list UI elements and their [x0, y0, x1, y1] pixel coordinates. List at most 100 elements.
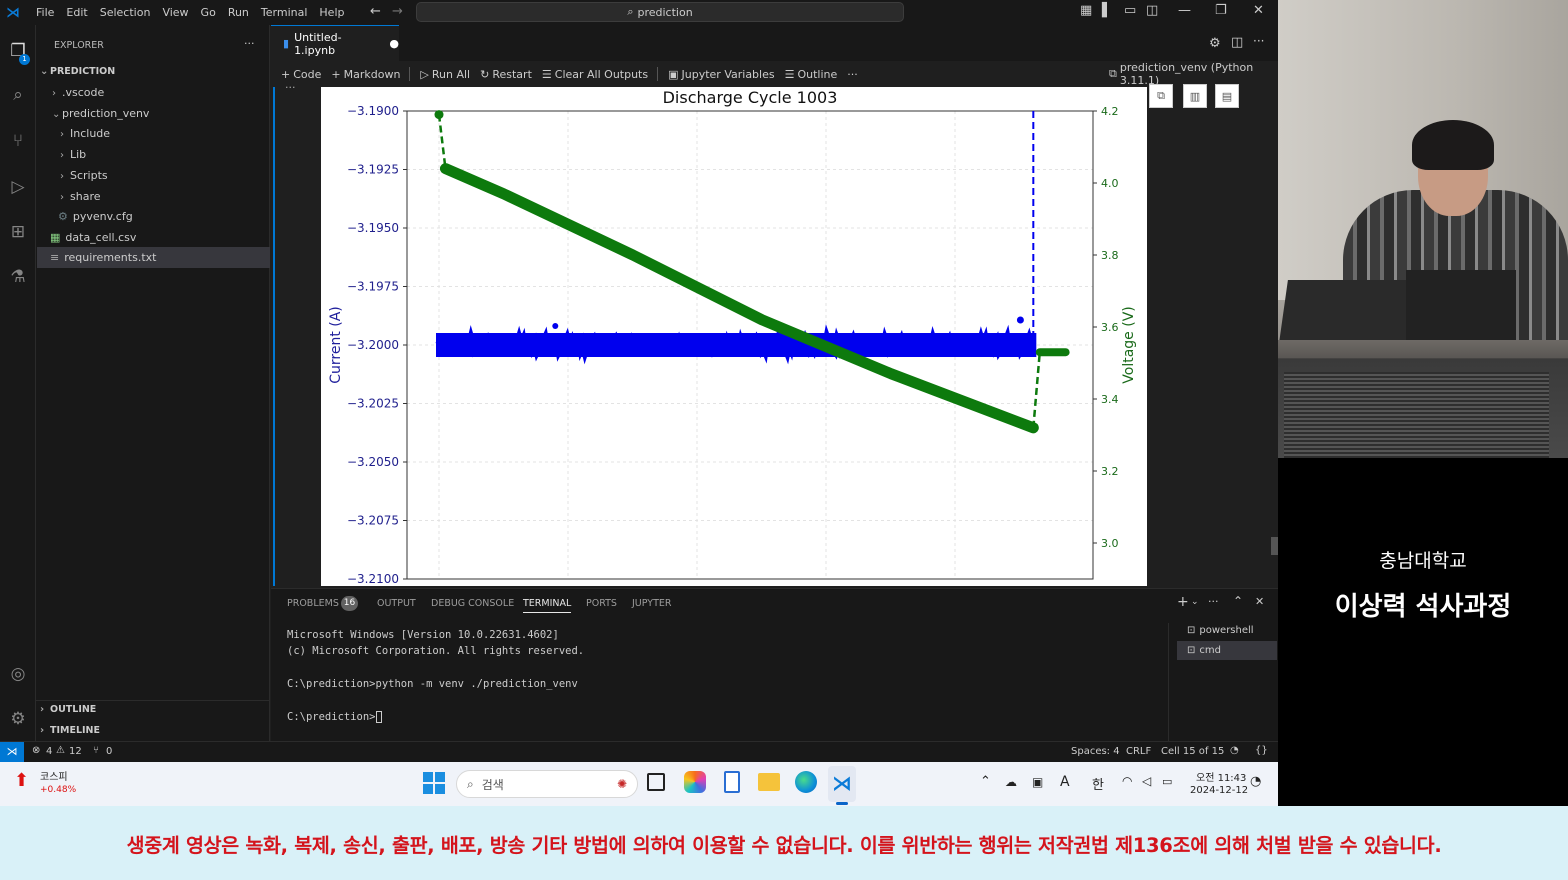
remote-indicator[interactable]: ⋊ [0, 742, 24, 762]
vscode-taskbar-icon[interactable]: ⋊ [828, 766, 856, 802]
back-arrow-icon[interactable]: ← [370, 4, 381, 19]
clear-outputs-button[interactable]: ☰ Clear All Outputs [542, 68, 648, 81]
folder-vscode[interactable]: › .vscode [52, 86, 104, 99]
file-pyvenv-cfg[interactable]: ⚙ pyvenv.cfg [58, 210, 133, 223]
command-center-search[interactable]: ⌕ prediction [416, 2, 904, 22]
warning-count[interactable]: 12 [69, 746, 82, 757]
menu-file[interactable]: File [30, 6, 60, 19]
menu-terminal[interactable]: Terminal [255, 6, 314, 19]
taskbar-search-box[interactable]: ⌕ 검색 ✺ [456, 770, 638, 798]
chevron-down-icon[interactable]: ⌄ [1191, 597, 1199, 607]
ports-count[interactable]: 0 [106, 746, 112, 757]
copilot-icon[interactable] [684, 771, 706, 793]
tab-terminal[interactable]: TERMINAL [523, 598, 572, 613]
tray-app-icon[interactable]: ☁ [1005, 775, 1017, 789]
toggle-secondary-sidebar-icon[interactable]: ◫ [1146, 3, 1158, 18]
tab-debug-console[interactable]: DEBUG CONSOLE [431, 598, 514, 609]
menu-help[interactable]: Help [313, 6, 350, 19]
jupyter-variables-button[interactable]: ▣ Jupyter Variables [668, 68, 774, 81]
extensions-icon[interactable]: ⊞ [6, 220, 30, 244]
tab-jupyter[interactable]: JUPYTER [632, 598, 671, 609]
add-code-button[interactable]: + Code [281, 68, 321, 81]
settings-gear-icon[interactable]: ⚙ [6, 707, 30, 731]
cell-more-icon[interactable]: ··· [285, 81, 296, 94]
tab-problems[interactable]: PROBLEMS [287, 598, 339, 609]
error-count[interactable]: 4 [46, 746, 52, 757]
split-editor-icon[interactable]: ◫ [1231, 35, 1243, 50]
more-actions-icon[interactable]: ··· [244, 37, 255, 50]
copy-output-icon[interactable]: ⧉ [1149, 84, 1173, 108]
maximize-panel-icon[interactable]: ⌃ [1233, 594, 1243, 608]
menu-run[interactable]: Run [222, 6, 255, 19]
outline-button[interactable]: ☰ Outline [785, 68, 838, 81]
file-requirements-txt[interactable]: ≡ requirements.txt [50, 251, 156, 264]
more-actions-icon[interactable]: ··· [1253, 34, 1264, 48]
testing-icon[interactable]: ⚗ [6, 265, 30, 289]
layout-customize-icon[interactable]: ▦ [1080, 3, 1092, 18]
new-terminal-icon[interactable]: + [1177, 594, 1189, 610]
menu-edit[interactable]: Edit [60, 6, 93, 19]
battery-icon[interactable]: ▭ [1162, 775, 1172, 788]
input-mode-indicator[interactable]: A [1060, 774, 1070, 790]
more-actions-icon[interactable]: ··· [1208, 595, 1219, 608]
stock-widget-icon[interactable]: ⬆ [14, 770, 29, 791]
folder-prediction-venv[interactable]: ⌄ prediction_venv [52, 107, 149, 120]
restart-button[interactable]: ↻ Restart [480, 68, 532, 81]
outline-section[interactable]: › OUTLINE [40, 704, 96, 715]
menu-view[interactable]: View [156, 6, 194, 19]
volume-icon[interactable]: ◁ [1142, 774, 1151, 788]
task-view-icon[interactable] [647, 773, 665, 791]
clock-time[interactable]: 오전 11:43 [1196, 769, 1246, 784]
more-actions-icon[interactable]: ··· [847, 68, 858, 81]
minimize-icon[interactable]: — [1178, 3, 1191, 18]
toggle-panel-icon[interactable]: ▭ [1124, 3, 1136, 18]
restore-icon[interactable]: ❐ [1215, 3, 1227, 18]
file-data-cell-csv[interactable]: ▦ data_cell.csv [50, 231, 136, 244]
tab-output[interactable]: OUTPUT [377, 598, 416, 609]
save-output-icon[interactable]: ▤ [1215, 84, 1239, 108]
add-markdown-button[interactable]: + Markdown [331, 68, 400, 81]
clock-date[interactable]: 2024-12-12 [1190, 785, 1248, 796]
menu-selection[interactable]: Selection [94, 6, 157, 19]
file-explorer-icon[interactable] [758, 773, 780, 791]
bell-icon[interactable]: ◔ [1230, 745, 1239, 756]
source-control-icon[interactable]: ⑂ [6, 129, 30, 153]
toggle-sidebar-icon[interactable]: ▌ [1102, 3, 1112, 18]
settings-gear-icon[interactable]: ⚙ [1209, 36, 1221, 51]
warning-icon[interactable]: ⚠ [56, 745, 65, 756]
errors-icon[interactable]: ⊗ [32, 745, 40, 756]
cell-position-status[interactable]: Cell 15 of 15 [1161, 746, 1224, 757]
stock-name[interactable]: 코스피 [40, 768, 68, 783]
folder-scripts[interactable]: › Scripts [60, 169, 108, 182]
ports-icon[interactable]: ⑂ [93, 745, 99, 756]
ime-indicator[interactable]: 한 [1092, 774, 1104, 793]
terminal-instance-cmd[interactable]: ⊡ cmd [1177, 641, 1277, 660]
edge-browser-icon[interactable] [795, 771, 817, 793]
tray-chevron-icon[interactable]: ⌃ [980, 774, 991, 789]
unsaved-dot-icon[interactable]: ● [389, 37, 399, 50]
notification-bell-icon[interactable]: ◔ [1250, 774, 1261, 789]
search-icon[interactable]: ⌕ [6, 83, 30, 107]
folder-prediction[interactable]: ⌄ PREDICTION [40, 66, 115, 77]
vertical-scrollbar[interactable] [1271, 537, 1278, 555]
run-all-button[interactable]: ▷ Run All [420, 68, 470, 81]
tab-untitled-notebook[interactable]: ▮ Untitled-1.ipynb ● [271, 25, 399, 61]
run-debug-icon[interactable]: ▷ [6, 175, 30, 199]
terminal-instance-powershell[interactable]: ⊡ powershell [1177, 621, 1277, 640]
account-icon[interactable]: ◎ [6, 662, 30, 686]
folder-include[interactable]: › Include [60, 127, 110, 140]
forward-arrow-icon[interactable]: → [392, 4, 403, 19]
tray-display-icon[interactable]: ▣ [1032, 775, 1043, 789]
terminal-prompt[interactable]: C:\prediction> [287, 711, 382, 723]
close-panel-icon[interactable]: ✕ [1255, 595, 1264, 608]
braces-icon[interactable]: {} [1255, 745, 1268, 756]
close-icon[interactable]: ✕ [1253, 3, 1264, 18]
folder-lib[interactable]: › Lib [60, 148, 86, 161]
folder-share[interactable]: › share [60, 190, 101, 203]
notepad-icon[interactable] [724, 771, 740, 793]
timeline-section[interactable]: › TIMELINE [40, 725, 100, 736]
tab-ports[interactable]: PORTS [586, 598, 617, 609]
indent-status[interactable]: Spaces: 4 [1071, 746, 1120, 757]
wifi-icon[interactable]: ◠ [1122, 774, 1132, 788]
menu-go[interactable]: Go [195, 6, 222, 19]
